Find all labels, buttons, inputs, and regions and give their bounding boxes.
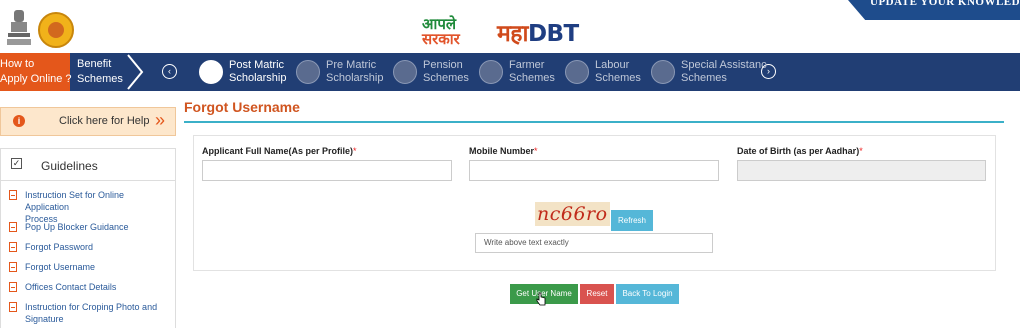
- full-name-input[interactable]: [202, 160, 452, 181]
- captcha-image: nc66ro: [535, 202, 610, 226]
- pdf-icon: [9, 302, 17, 312]
- nav-item-line1: Pension: [423, 59, 463, 71]
- back-to-login-button[interactable]: Back To Login: [616, 284, 679, 304]
- captcha-input[interactable]: Write above text exactly: [475, 233, 713, 253]
- nav-item-line1: Labour: [595, 59, 630, 71]
- page-title: Forgot Username: [184, 99, 300, 115]
- how-to-line2: Apply Online ?: [0, 73, 72, 85]
- brand-maha: महा: [497, 21, 528, 47]
- scheme-nav: How to Apply Online ? Benefit Schemes ‹ …: [0, 53, 1020, 91]
- national-emblem-icon: [7, 10, 31, 45]
- label-text: Mobile Number: [469, 146, 535, 156]
- guidelines-title: Guidelines: [41, 159, 98, 173]
- maharashtra-seal-icon: [38, 12, 74, 48]
- mobile-input[interactable]: [469, 160, 719, 181]
- link-line1: Pop Up Blocker Guidance: [25, 222, 129, 232]
- tractor-icon: [479, 60, 503, 84]
- link-line1: Forgot Username: [25, 262, 96, 272]
- checkbox-icon: ✓: [11, 158, 22, 169]
- required-marker: *: [859, 146, 863, 156]
- pdf-icon: [9, 222, 17, 232]
- nav-item-line1: Post Matric: [229, 59, 285, 71]
- full-name-label: Applicant Full Name(As per Profile)*: [202, 146, 357, 156]
- mobile-label: Mobile Number*: [469, 146, 538, 156]
- header: आपले सरकार महाDBT UPDATE YOUR KNOWLEDGE: [0, 0, 1020, 53]
- how-to-apply-link[interactable]: How to Apply Online ?: [0, 53, 72, 91]
- hand-cursor-icon: [536, 292, 546, 306]
- nav-item-line2: Schemes: [509, 72, 555, 84]
- pdf-icon: [9, 262, 17, 272]
- link-line1: Forgot Password: [25, 242, 94, 252]
- pdf-icon: [9, 282, 17, 292]
- student-icon: [296, 60, 320, 84]
- person-icon: [651, 60, 675, 84]
- pdf-icon: [9, 242, 17, 252]
- nav-item-line2: Schemes: [681, 72, 727, 84]
- nav-item-line2: Scholarship: [229, 72, 287, 84]
- reset-button[interactable]: Reset: [580, 284, 614, 304]
- worker-icon: [565, 60, 589, 84]
- logo-bottom-text: सरकार: [422, 30, 460, 48]
- nav-item-line1: Pre Matric: [326, 59, 377, 71]
- how-to-line1: How to: [0, 58, 35, 70]
- required-marker: *: [534, 146, 538, 156]
- nav-item-line2: Schemes: [423, 72, 469, 84]
- nav-item-line2: Schemes: [595, 72, 641, 84]
- aaple-sarkar-logo: आपले सरकार: [418, 14, 488, 48]
- nav-item-line1: Special Assistanc: [681, 59, 767, 71]
- link-line1: Instruction for Croping Photo and: [25, 302, 158, 312]
- nav-item-line1: Farmer: [509, 59, 545, 71]
- chevron-right-icon: [127, 54, 144, 90]
- nav-prev-icon[interactable]: ‹: [162, 64, 177, 79]
- dob-input[interactable]: [737, 160, 986, 181]
- label-text: Date of Birth (as per Aadhar): [737, 146, 860, 156]
- help-link[interactable]: i Click here for Help »: [0, 107, 176, 136]
- guidelines-header: ✓ Guidelines: [1, 149, 175, 181]
- info-icon: i: [13, 115, 25, 127]
- nav-next-icon[interactable]: ›: [761, 64, 776, 79]
- update-knowledge-ribbon[interactable]: UPDATE YOUR KNOWLEDGE: [848, 0, 1020, 20]
- mahadbt-logo: महाDBT: [497, 16, 579, 48]
- ribbon-text: UPDATE YOUR KNOWLEDGE: [870, 0, 1020, 8]
- dob-label: Date of Birth (as per Aadhar)*: [737, 146, 863, 156]
- title-underline: [184, 121, 1004, 123]
- page: आपले सरकार महाDBT UPDATE YOUR KNOWLEDGE …: [0, 0, 1020, 328]
- help-text: Click here for Help: [59, 115, 150, 127]
- brand-dbt: DBT: [527, 21, 579, 47]
- label-text: Applicant Full Name(As per Profile): [202, 146, 354, 156]
- link-line1: Instruction Set for Online Application: [25, 190, 125, 212]
- refresh-captcha-button[interactable]: Refresh: [611, 210, 653, 231]
- double-chevron-right-icon: »: [155, 110, 166, 130]
- pdf-icon: [9, 190, 17, 200]
- graduation-cap-icon: [199, 60, 223, 84]
- guidelines-panel: ✓ Guidelines Instruction Set for Online …: [0, 148, 176, 328]
- link-line2: Signature: [25, 314, 64, 324]
- elderly-icon: [393, 60, 417, 84]
- nav-item-line2: Scholarship: [326, 72, 384, 84]
- link-line1: Offices Contact Details: [25, 282, 117, 292]
- required-marker: *: [353, 146, 357, 156]
